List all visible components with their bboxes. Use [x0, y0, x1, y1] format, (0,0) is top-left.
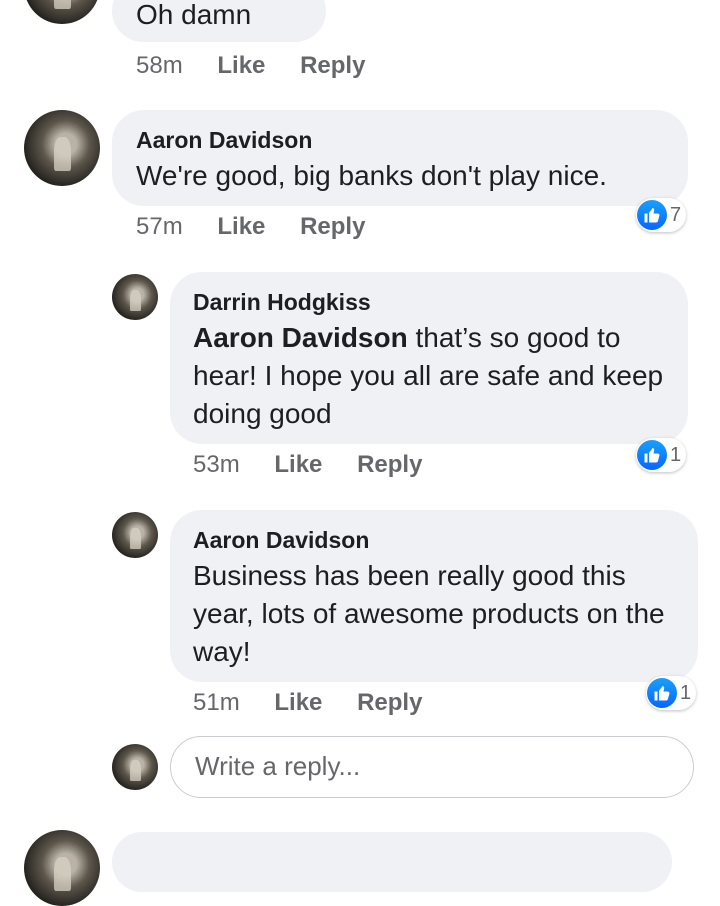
- comment-time[interactable]: 51m: [193, 689, 240, 716]
- mention-link[interactable]: Aaron Davidson: [193, 322, 408, 353]
- avatar[interactable]: [24, 830, 100, 906]
- reply-button[interactable]: Reply: [300, 52, 365, 79]
- like-button[interactable]: Like: [274, 451, 322, 478]
- like-button[interactable]: Like: [217, 52, 265, 79]
- comment-author[interactable]: Aaron Davidson: [193, 527, 369, 554]
- comment-time[interactable]: 58m: [136, 52, 183, 79]
- thumbs-up-icon: [637, 440, 667, 470]
- comment-text: Aaron Davidson that’s so good to hear! I…: [193, 319, 677, 433]
- comment-time[interactable]: 57m: [136, 213, 183, 240]
- comment-text: We're good, big banks don't play nice.: [136, 160, 607, 191]
- comment-author[interactable]: Darrin Hodgkiss: [193, 289, 371, 316]
- reaction-count: 1: [670, 443, 682, 466]
- comment-actions: 53m Like Reply: [193, 451, 450, 479]
- comment-author[interactable]: Aaron Davidson: [136, 127, 312, 154]
- comment-actions: 58m Like Reply: [136, 52, 393, 80]
- comment-time[interactable]: 53m: [193, 451, 240, 478]
- reply-button[interactable]: Reply: [357, 451, 422, 478]
- reply-field[interactable]: [170, 736, 694, 798]
- comment-actions: 57m Like Reply: [136, 213, 393, 241]
- comment-bubble: [112, 832, 672, 892]
- reply-input[interactable]: [193, 737, 677, 795]
- avatar[interactable]: [24, 110, 100, 186]
- reaction-badge[interactable]: 1: [646, 676, 697, 710]
- reaction-badge[interactable]: 7: [636, 198, 687, 232]
- current-user-avatar: [112, 744, 158, 790]
- reply-button[interactable]: Reply: [300, 213, 365, 240]
- avatar[interactable]: [112, 512, 158, 558]
- reaction-count: 1: [680, 681, 692, 704]
- thumbs-up-icon: [647, 678, 677, 708]
- reaction-badge[interactable]: 1: [636, 438, 687, 472]
- avatar[interactable]: [24, 0, 100, 24]
- comment-text: Business has been really good this year,…: [193, 560, 665, 667]
- like-button[interactable]: Like: [217, 213, 265, 240]
- reaction-count: 7: [670, 203, 682, 226]
- like-button[interactable]: Like: [274, 689, 322, 716]
- comment-text: Oh damn: [136, 0, 252, 30]
- thumbs-up-icon: [637, 200, 667, 230]
- avatar[interactable]: [112, 274, 158, 320]
- comment-actions: 51m Like Reply: [193, 689, 450, 717]
- reply-button[interactable]: Reply: [357, 689, 422, 716]
